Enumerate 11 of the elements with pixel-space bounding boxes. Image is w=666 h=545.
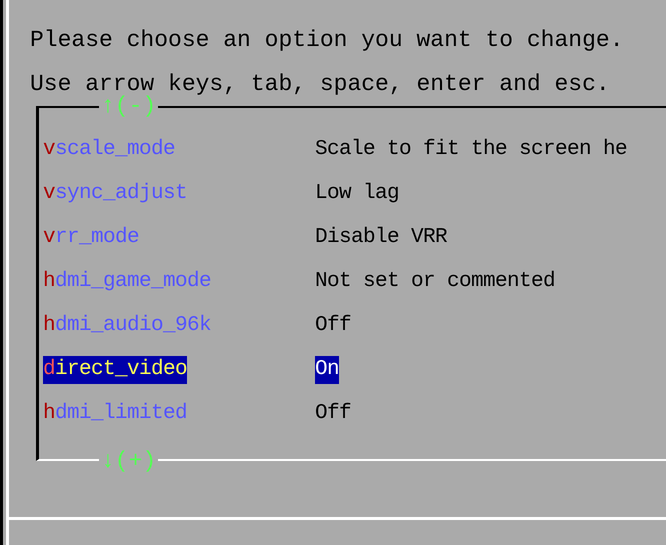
instruction-text: Please choose an option you want to change. [30, 26, 624, 55]
option-value[interactable]: Disable VRR [315, 224, 448, 252]
option-value[interactable]: Off [315, 312, 352, 340]
option-value[interactable]: On [315, 356, 340, 384]
option-name[interactable]: direct_video [43, 356, 188, 384]
option-value[interactable]: Off [315, 400, 352, 428]
scroll-up-indicator: ↑(-) [99, 92, 158, 120]
scroll-down-indicator: ↓(+) [99, 447, 158, 475]
option-value[interactable]: Low lag [315, 180, 400, 208]
option-value[interactable]: Not set or commented [315, 268, 556, 296]
option-value[interactable]: Scale to fit the screen he [315, 136, 628, 164]
